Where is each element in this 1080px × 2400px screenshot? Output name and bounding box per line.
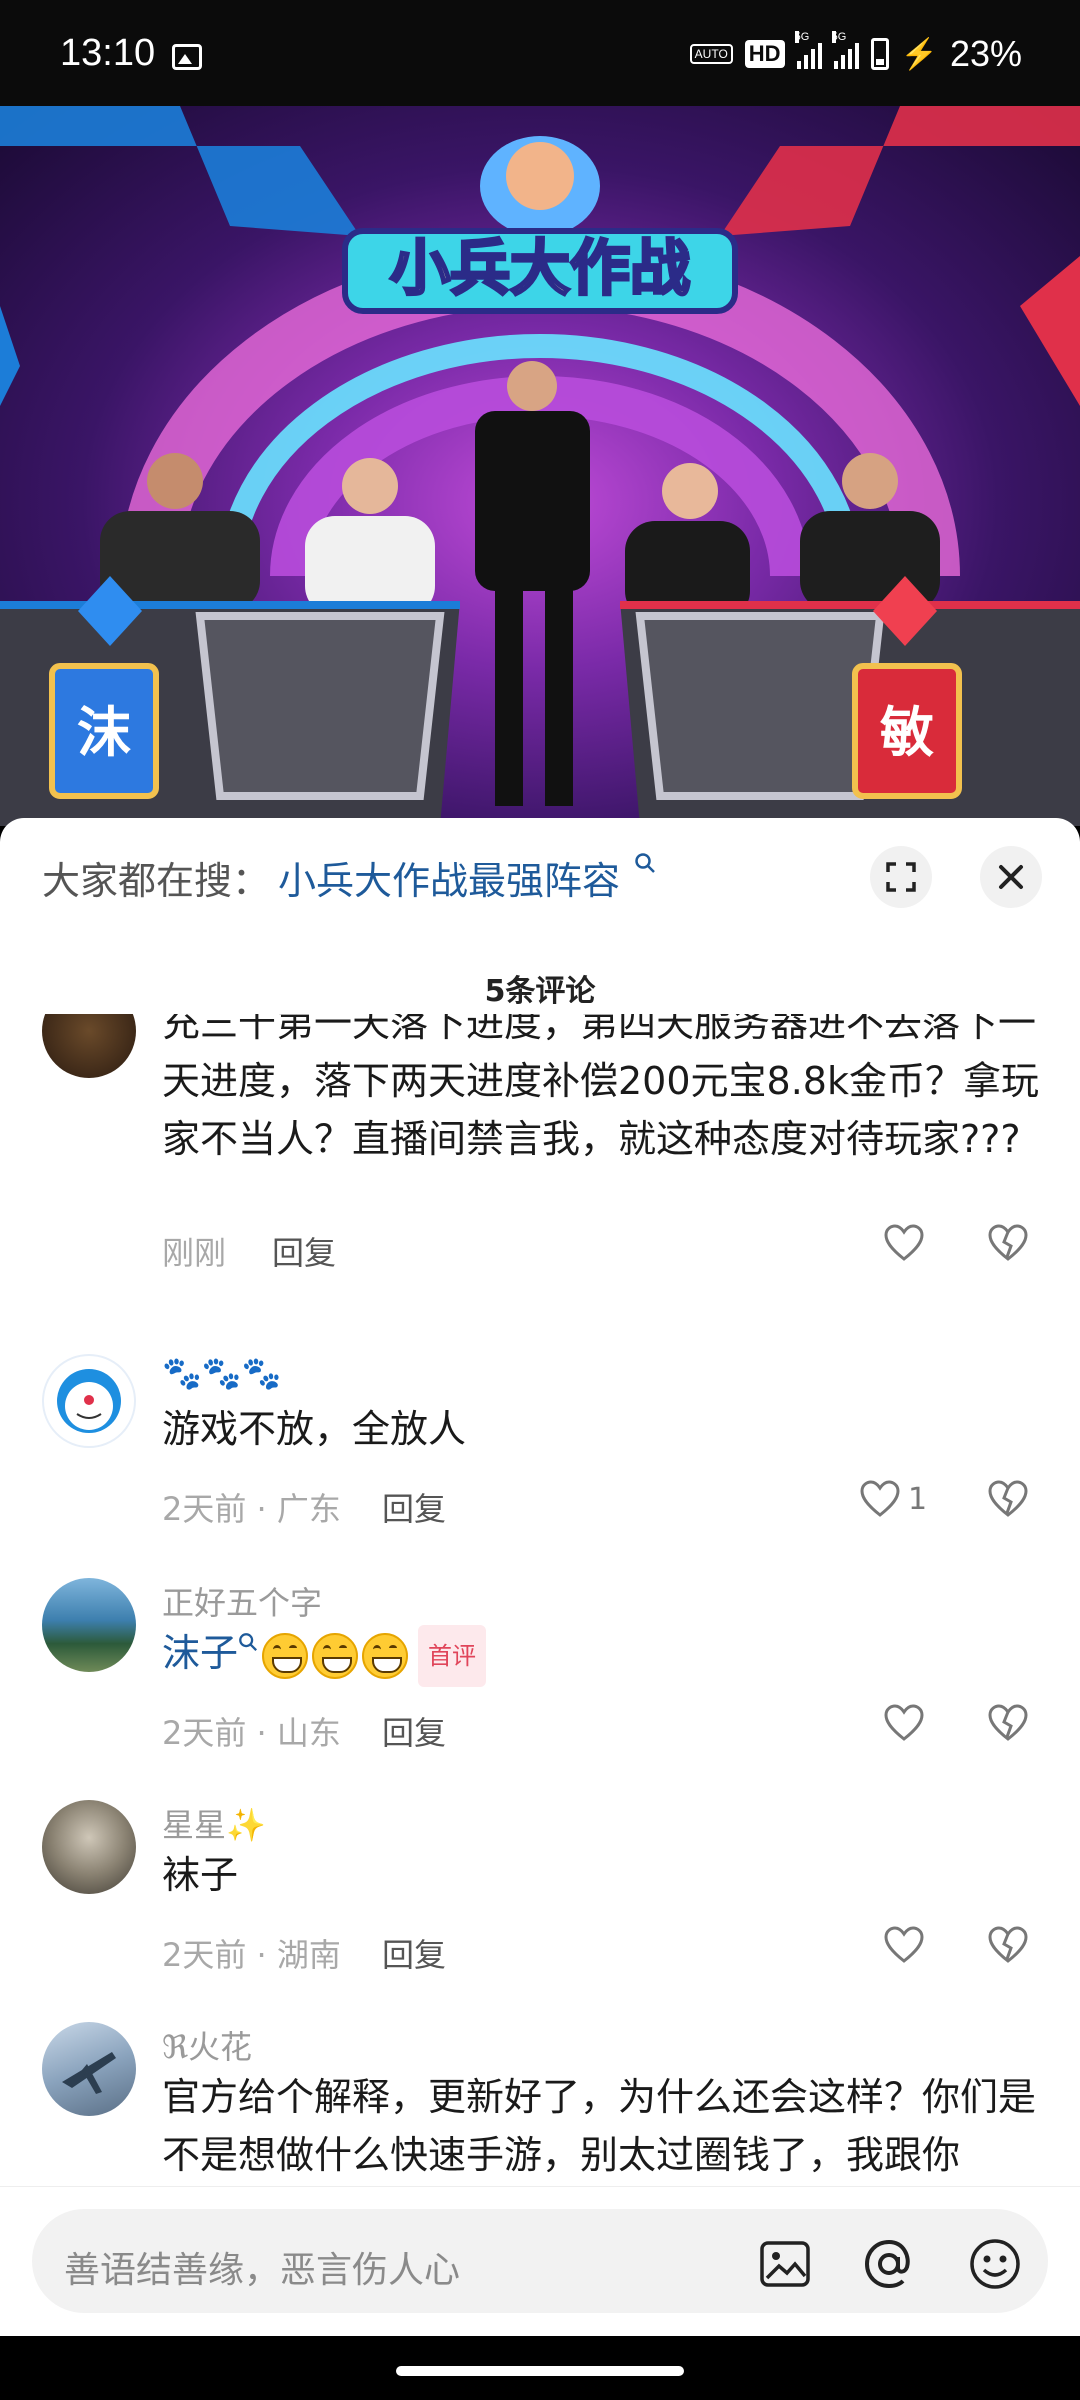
comment-item: 正好五个字 沫子 首评 2天前 · 山东 回复 (0, 1578, 1080, 1758)
username[interactable]: 星星✨ (162, 1800, 266, 1846)
reply-button[interactable]: 回复 (382, 1484, 446, 1530)
username[interactable]: ℜ火花 (162, 2022, 252, 2068)
search-icon[interactable] (634, 852, 656, 880)
charging-icon: ⚡ (900, 37, 938, 71)
like-button[interactable] (884, 1704, 924, 1742)
broken-heart-icon (988, 1480, 1028, 1517)
grin-emoji-icon (312, 1632, 359, 1679)
image-button[interactable] (758, 2237, 812, 2291)
avatar[interactable] (42, 1578, 136, 1672)
signal-icon-2: 5G (831, 31, 859, 69)
network-type-label: 5G (794, 31, 810, 43)
image-icon (760, 2241, 810, 2287)
comment-time: 2天前 · 湖南 (162, 1936, 341, 1974)
image-icon (172, 44, 202, 70)
broken-heart-icon (988, 1926, 1028, 1963)
hd-voice-label: HD (744, 40, 785, 68)
like-button[interactable] (884, 1926, 924, 1964)
broken-heart-icon (988, 1704, 1028, 1741)
comment-count: 5条评论 (484, 974, 596, 1009)
heart-icon (884, 1926, 924, 1963)
dislike-button[interactable] (988, 1926, 1028, 1968)
comment-item: 星星✨ 袜子 2天前 · 湖南 回复 (0, 1800, 1080, 1980)
reply-button[interactable]: 回复 (382, 1930, 446, 1976)
mention-button[interactable] (862, 2237, 916, 2291)
expand-button[interactable] (870, 846, 932, 908)
home-indicator[interactable] (396, 2366, 684, 2376)
close-button[interactable] (980, 846, 1042, 908)
status-indicators: AUTO HD 5G 5G ⚡ 23% (689, 31, 1022, 74)
comment-time: 2天前 · 山东 (162, 1714, 341, 1752)
avatar[interactable] (42, 1800, 136, 1894)
close-icon (999, 865, 1023, 889)
right-team-banner: 敏 (880, 701, 934, 764)
username[interactable]: 🐾🐾🐾 (162, 1354, 282, 1392)
reply-button[interactable]: 回复 (382, 1708, 446, 1754)
auto-hz-label: AUTO (689, 44, 733, 64)
like-button[interactable]: 1 (860, 1480, 927, 1518)
emoji-button[interactable] (968, 2237, 1022, 2291)
status-time: 13:10 (60, 32, 156, 74)
trending-search-row: 大家都在搜： 小兵大作战最强阵容 (0, 818, 1080, 928)
like-count: 1 (908, 1481, 928, 1517)
username[interactable]: 正好五个字 (162, 1578, 322, 1624)
like-button[interactable] (884, 1224, 924, 1262)
battery-icon (870, 38, 889, 70)
comment-input-bar: 善语结善缘，恶言伤人心 (0, 2186, 1080, 2336)
signal-icon: 5G (794, 31, 822, 69)
comment-text: 充三千第一天落下进度，第四天服务器进不去落下一天进度，落下两天进度补偿200元宝… (162, 1014, 1039, 1161)
emoji-icon (970, 2239, 1020, 2289)
battery-percent: 23% (949, 33, 1022, 74)
comment-text: 官方给个解释，更新好了，为什么还会这样？你们是不是想做什么快速手游，别太过圈钱了… (162, 2075, 1037, 2177)
dislike-button[interactable] (988, 1480, 1028, 1522)
video-player[interactable]: 小兵大作战 沫 敏 (0, 106, 1080, 826)
heart-icon (860, 1480, 900, 1517)
comment-time: 2天前 · 广东 (162, 1490, 341, 1528)
network-type-label-2: 5G (831, 31, 847, 43)
comment-input-placeholder: 善语结善缘，恶言伤人心 (64, 2250, 461, 2291)
dislike-button[interactable] (988, 1704, 1028, 1746)
comment-text: 袜子 (162, 1853, 239, 1897)
reply-button[interactable]: 回复 (272, 1228, 336, 1274)
first-comment-badge: 首评 (418, 1624, 487, 1687)
mention-link[interactable]: 沫子 (162, 1631, 238, 1675)
video-frame: 小兵大作战 沫 敏 (0, 106, 1080, 826)
heart-icon (884, 1224, 924, 1261)
comment-panel: 大家都在搜： 小兵大作战最强阵容 5条评论 充三千第一天落下进度，第四天服务器进… (0, 818, 1080, 2336)
comment-list[interactable]: 充三千第一天落下进度，第四天服务器进不去落下一天进度，落下两天进度补偿200元宝… (0, 1014, 1080, 2188)
comment-item: 🐾🐾🐾 游戏不放，全放人 2天前 · 广东 回复 1 (0, 1354, 1080, 1534)
comment-text-line: 沫子 首评 (162, 1624, 1042, 1687)
avatar[interactable] (42, 1014, 136, 1078)
avatar[interactable] (42, 2022, 136, 2116)
grin-emoji-icon (362, 1632, 409, 1679)
at-icon (864, 2239, 910, 2289)
dislike-button[interactable] (988, 1224, 1028, 1266)
comment-item: ℜ火花 官方给个解释，更新好了，为什么还会这样？你们是不是想做什么快速手游，别太… (0, 2022, 1080, 2188)
broken-heart-icon (988, 1224, 1028, 1261)
grin-emoji-icon (262, 1632, 309, 1679)
left-team-banner: 沫 (77, 701, 131, 764)
comment-item: 充三千第一天落下进度，第四天服务器进不去落下一天进度，落下两天进度补偿200元宝… (0, 1014, 1080, 1272)
status-bar: 13:10 AUTO HD 5G 5G ⚡ 23% (0, 0, 1080, 106)
heart-icon (884, 1704, 924, 1741)
search-icon (239, 1633, 258, 1652)
trending-search-link[interactable]: 小兵大作战最强阵容 (278, 850, 620, 905)
trending-search-prefix: 大家都在搜： (42, 859, 271, 903)
comment-time: 刚刚 (162, 1234, 227, 1272)
show-logo-text: 小兵大作战 (390, 234, 690, 304)
comment-text: 游戏不放，全放人 (162, 1407, 467, 1451)
expand-icon (886, 862, 916, 892)
avatar[interactable] (42, 1354, 136, 1448)
